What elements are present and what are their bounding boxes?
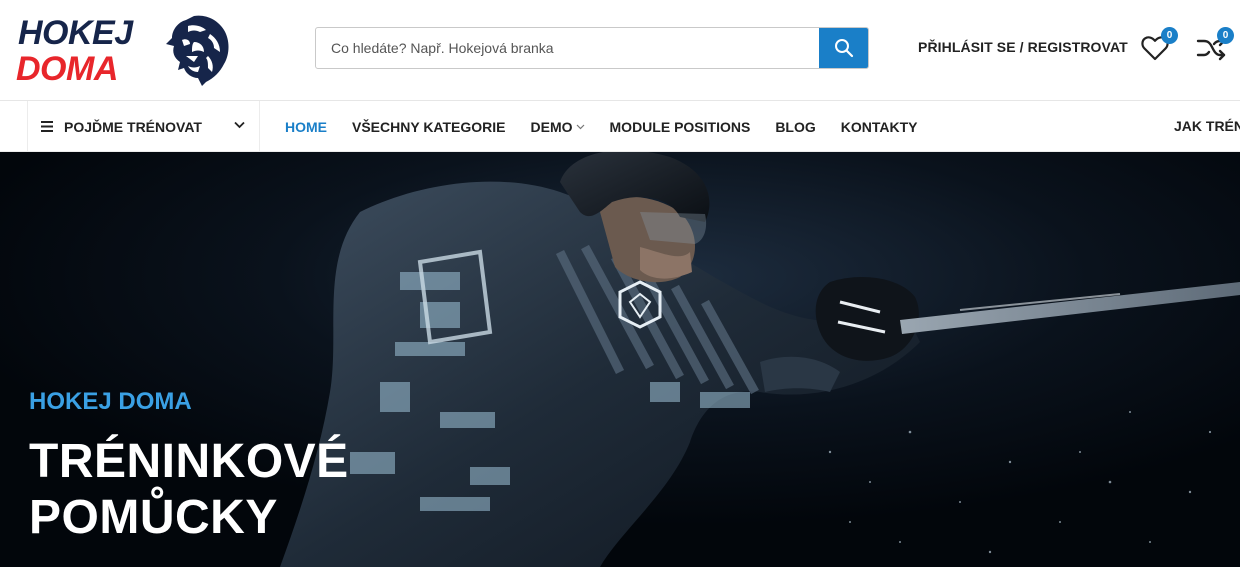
login-register-link[interactable]: PŘIHLÁSIT SE / REGISTROVAT <box>918 39 1128 55</box>
search-button[interactable] <box>819 28 868 68</box>
site-logo[interactable]: HOKEJ DOMA <box>16 10 236 92</box>
main-navigation: POJĎME TRÉNOVAT HOME VŠECHNY KATEGORIE D… <box>0 101 1240 152</box>
nav-item-module-positions[interactable]: MODULE POSITIONS <box>610 119 751 135</box>
compare-button[interactable]: 0 <box>1196 27 1234 63</box>
categories-dropdown[interactable]: POJĎME TRÉNOVAT <box>27 101 260 152</box>
search-input[interactable] <box>316 28 821 68</box>
logo-text-line2: DOMA <box>16 50 118 88</box>
chevron-down-icon <box>234 121 245 129</box>
site-header: HOKEJ DOMA PŘIHLÁSI <box>0 0 1240 101</box>
nav-item-home[interactable]: HOME <box>285 119 327 135</box>
hero-title-line2: POMŮCKY <box>29 491 278 544</box>
search-bar <box>315 27 869 69</box>
hero-subtitle: HOKEJ DOMA <box>29 388 192 415</box>
nav-item-all-categories[interactable]: VŠECHNY KATEGORIE <box>352 119 506 135</box>
logo-text-line1: HOKEJ <box>18 14 133 52</box>
nav-item-demo[interactable]: DEMO <box>531 119 585 135</box>
menu-bar: HOME VŠECHNY KATEGORIE DEMO MODULE POSIT… <box>285 101 943 152</box>
nav-item-blog[interactable]: BLOG <box>775 119 815 135</box>
compare-count-badge: 0 <box>1217 27 1234 44</box>
hamburger-icon <box>41 121 53 132</box>
hero-title-line1: TRÉNINKOVÉ <box>29 435 349 488</box>
lion-head-icon <box>166 15 229 86</box>
search-icon <box>834 39 853 58</box>
nav-item-demo-label: DEMO <box>530 118 573 135</box>
wishlist-count-badge: 0 <box>1161 27 1178 44</box>
nav-item-how-to-train[interactable]: JAK TRÉN <box>1174 118 1240 134</box>
chevron-down-icon <box>576 124 584 129</box>
hero-title: TRÉNINKOVÉ POMŮCKY <box>29 434 349 546</box>
hero-banner[interactable]: HOKEJ DOMA TRÉNINKOVÉ POMŮCKY <box>0 152 1240 567</box>
nav-item-contacts[interactable]: KONTAKTY <box>841 119 918 135</box>
wishlist-button[interactable]: 0 <box>1140 27 1178 63</box>
categories-label: POJĎME TRÉNOVAT <box>64 118 202 135</box>
